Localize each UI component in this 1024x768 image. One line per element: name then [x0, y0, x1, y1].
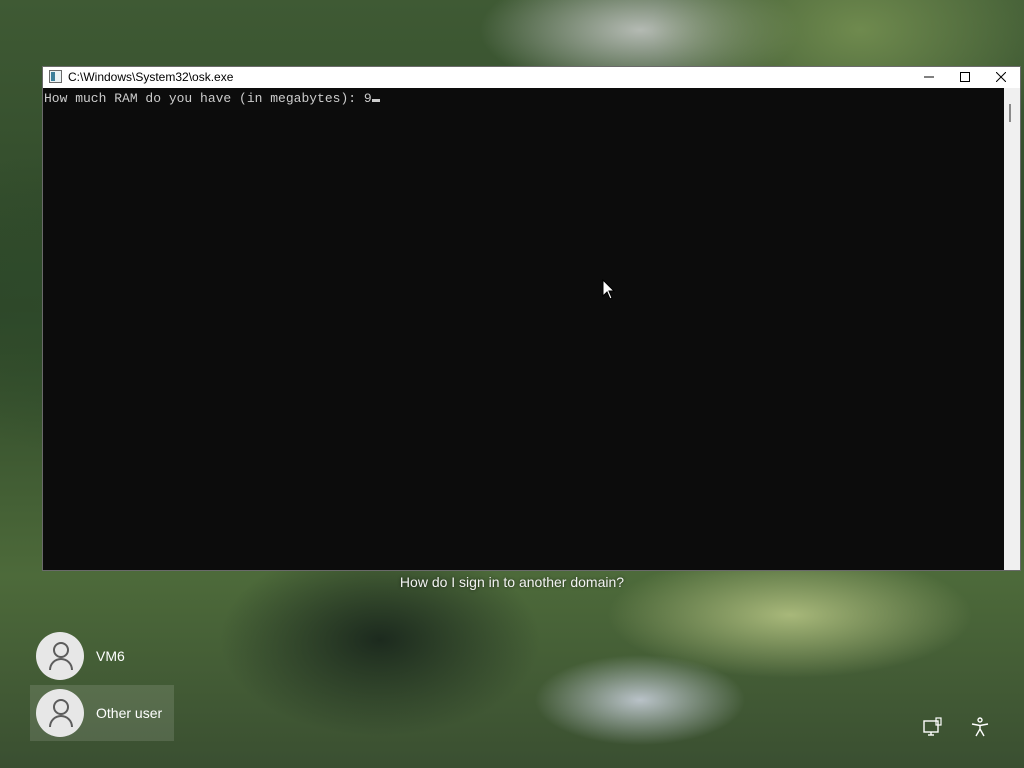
console-output[interactable]: How much RAM do you have (in megabytes):… — [43, 88, 1004, 570]
close-icon — [995, 71, 1007, 83]
console-input[interactable]: 9 — [364, 91, 372, 106]
window-title: C:\Windows\System32\osk.exe — [68, 70, 234, 84]
minimize-icon — [924, 76, 934, 78]
user-name: Other user — [96, 705, 163, 721]
network-icon[interactable] — [921, 716, 943, 738]
user-name: VM6 — [96, 648, 125, 664]
scrollbar-thumb[interactable] — [1009, 104, 1011, 122]
window-titlebar[interactable]: C:\Windows\System32\osk.exe — [43, 67, 1020, 88]
minimize-button[interactable] — [911, 67, 947, 88]
close-button[interactable] — [983, 67, 1019, 88]
user-tile-other-user[interactable]: Other user — [30, 685, 174, 741]
user-avatar-icon — [36, 689, 84, 737]
vertical-scrollbar[interactable] — [1004, 88, 1020, 570]
accessibility-icon[interactable] — [969, 716, 991, 738]
maximize-icon — [960, 72, 970, 82]
console-window[interactable]: C:\Windows\System32\osk.exe How much RAM… — [43, 67, 1020, 570]
console-app-icon — [49, 70, 62, 83]
console-prompt-line: How much RAM do you have (in megabytes):… — [44, 91, 380, 106]
user-tile-vm6[interactable]: VM6 — [30, 628, 174, 684]
console-prompt: How much RAM do you have (in megabytes): — [44, 91, 364, 106]
mouse-pointer-icon — [602, 279, 616, 300]
maximize-button[interactable] — [947, 67, 983, 88]
text-cursor — [371, 99, 380, 102]
sign-in-domain-help-link[interactable]: How do I sign in to another domain? — [0, 574, 1024, 590]
user-avatar-icon — [36, 632, 84, 680]
